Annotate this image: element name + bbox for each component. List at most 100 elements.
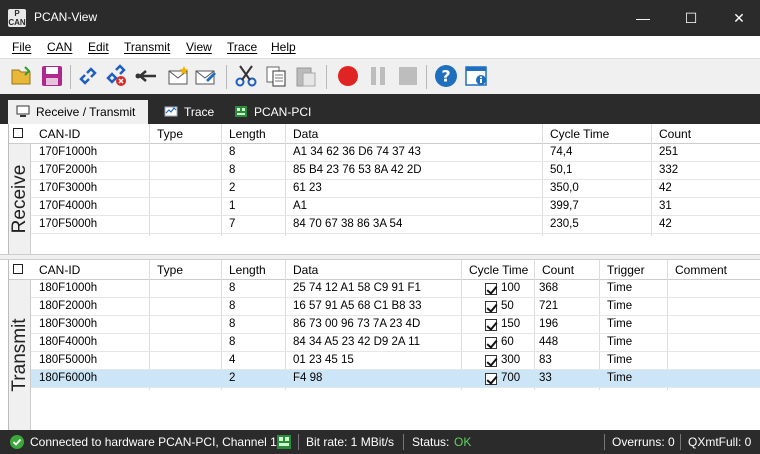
edit-message-icon[interactable]	[194, 64, 218, 88]
cell-cycle: 150	[501, 318, 521, 330]
minimize-button[interactable]: —	[620, 0, 666, 36]
col-data[interactable]: Data	[293, 263, 318, 277]
cycle-enabled-checkbox[interactable]	[485, 319, 497, 331]
cell-trigger: Time	[607, 354, 633, 366]
receive-row[interactable]: 170F3000h 2 61 23 350,0 42	[31, 180, 760, 198]
transmit-row[interactable]: 180F5000h 4 01 23 45 15 300 83 Time	[31, 352, 760, 370]
transmit-row[interactable]: 180F3000h 8 86 73 00 96 73 7A 23 4D 150 196 T…	[31, 316, 760, 334]
select-all-checkbox[interactable]	[13, 128, 23, 138]
cut-icon[interactable]	[234, 64, 258, 88]
cell-length: 8	[229, 282, 236, 294]
cell-data: 84 70 67 38 86 3A 54	[293, 218, 403, 230]
new-message-icon[interactable]	[166, 64, 190, 88]
tab-label: PCAN-PCI	[254, 105, 312, 119]
receive-row[interactable]: 170F2000h 8 85 B4 23 76 53 8A 42 2D 50,1 332	[31, 162, 760, 180]
col-type[interactable]: Type	[157, 263, 183, 277]
col-length[interactable]: Length	[229, 263, 266, 277]
cycle-enabled-checkbox[interactable]	[485, 355, 497, 367]
cell-data: 85 B4 23 76 53 8A 42 2D	[293, 164, 422, 176]
cell-length: 2	[229, 182, 236, 194]
cycle-enabled-checkbox[interactable]	[485, 301, 497, 313]
cell-id: 170F3000h	[39, 182, 98, 194]
transmit-row[interactable]: 180F1000h 8 25 74 12 A1 58 C9 91 F1 100 368 T…	[31, 280, 760, 298]
close-button[interactable]: ✕	[716, 0, 760, 36]
cell-count: 196	[539, 318, 559, 330]
svg-text:?: ?	[441, 67, 450, 86]
tab-pcan-pci[interactable]: PCAN-PCI	[226, 100, 316, 124]
cell-cycle: 399,7	[550, 200, 579, 212]
receive-row[interactable]: 170F4000h 1 A1 399,7 31	[31, 198, 760, 216]
menu-file[interactable]: File	[12, 40, 31, 54]
help-icon[interactable]: ?	[434, 64, 458, 88]
connect-icon[interactable]	[76, 64, 100, 88]
col-data[interactable]: Data	[293, 127, 318, 141]
toolbar-separator	[326, 65, 327, 89]
col-comment[interactable]: Comment	[675, 263, 727, 277]
col-length[interactable]: Length	[229, 127, 266, 141]
maximize-button[interactable]: ☐	[668, 0, 714, 36]
cycle-enabled-checkbox[interactable]	[485, 283, 497, 295]
tab-trace[interactable]: Trace	[156, 100, 224, 124]
col-type[interactable]: Type	[157, 127, 183, 141]
open-folder-icon[interactable]	[10, 64, 34, 88]
select-all-checkbox[interactable]	[13, 264, 23, 274]
connected-check-icon	[10, 435, 24, 449]
col-cycle-time[interactable]: Cycle Time	[550, 127, 609, 141]
col-cycle-time[interactable]: Cycle Time	[469, 263, 528, 277]
status-separator	[680, 434, 681, 450]
cell-count: 42	[659, 182, 672, 194]
cell-length: 7	[229, 218, 236, 230]
toolbar: ?	[0, 58, 760, 94]
transmit-row[interactable]: 180F2000h 8 16 57 91 A5 68 C1 B8 33 50 721 Ti…	[31, 298, 760, 316]
cell-length: 8	[229, 318, 236, 330]
menu-view[interactable]: View	[186, 40, 212, 54]
receive-row[interactable]: 170F1000h 8 A1 34 62 36 D6 74 37 43 74,4 251	[31, 144, 760, 162]
cell-cycle: 300	[501, 354, 521, 366]
pause-icon[interactable]	[366, 64, 390, 88]
menu-transmit[interactable]: Transmit	[124, 40, 170, 54]
col-count[interactable]: Count	[542, 263, 574, 277]
pcan-app-icon: P CAN	[8, 9, 26, 27]
cell-data: 61 23	[293, 182, 322, 194]
transmit-row[interactable]: 180F6000h 2 F4 98 700 33 Time	[31, 370, 760, 388]
cycle-enabled-checkbox[interactable]	[485, 373, 497, 385]
copy-icon[interactable]	[264, 64, 288, 88]
col-trigger[interactable]: Trigger	[607, 263, 645, 277]
cell-id: 180F6000h	[39, 372, 98, 384]
cell-length: 8	[229, 300, 236, 312]
col-count[interactable]: Count	[659, 127, 691, 141]
cycle-enabled-checkbox[interactable]	[485, 337, 497, 349]
cell-id: 170F5000h	[39, 218, 98, 230]
cell-length: 8	[229, 164, 236, 176]
cell-count: 42	[659, 218, 672, 230]
window-title: PCAN-View	[34, 10, 98, 24]
reset-arrow-icon[interactable]	[134, 64, 158, 88]
menu-help[interactable]: Help	[271, 40, 296, 54]
menu-edit[interactable]: Edit	[88, 40, 109, 54]
cell-cycle: 100	[501, 282, 521, 294]
disconnect-icon[interactable]	[104, 64, 128, 88]
menu-can[interactable]: CAN	[47, 40, 72, 54]
status-bar: Connected to hardware PCAN-PCI, Channel …	[0, 430, 760, 454]
cell-data: A1 34 62 36 D6 74 37 43	[293, 146, 421, 158]
menu-trace[interactable]: Trace	[227, 40, 257, 54]
transmit-side-label: Transmit	[9, 280, 31, 430]
stop-icon[interactable]	[396, 64, 420, 88]
trace-icon	[164, 106, 178, 117]
tab-receive-transmit[interactable]: Receive / Transmit	[8, 100, 148, 124]
col-can-id[interactable]: CAN-ID	[39, 127, 80, 141]
receive-row[interactable]: 170F5000h 7 84 70 67 38 86 3A 54 230,5 42	[31, 216, 760, 234]
cell-cycle: 74,4	[550, 146, 573, 158]
col-can-id[interactable]: CAN-ID	[39, 263, 80, 277]
cell-count: 368	[539, 282, 559, 294]
cell-trigger: Time	[607, 372, 633, 384]
cell-data: 25 74 12 A1 58 C9 91 F1	[293, 282, 421, 294]
about-window-icon[interactable]	[464, 64, 488, 88]
record-icon[interactable]	[336, 64, 360, 88]
transmit-row[interactable]: 180F4000h 8 84 34 A5 23 42 D9 2A 11 60 448 Ti…	[31, 334, 760, 352]
cell-data: 84 34 A5 23 42 D9 2A 11	[293, 336, 421, 348]
save-icon[interactable]	[40, 64, 64, 88]
cell-cycle: 700	[501, 372, 521, 384]
toolbar-separator	[70, 65, 71, 89]
paste-icon[interactable]	[294, 64, 318, 88]
